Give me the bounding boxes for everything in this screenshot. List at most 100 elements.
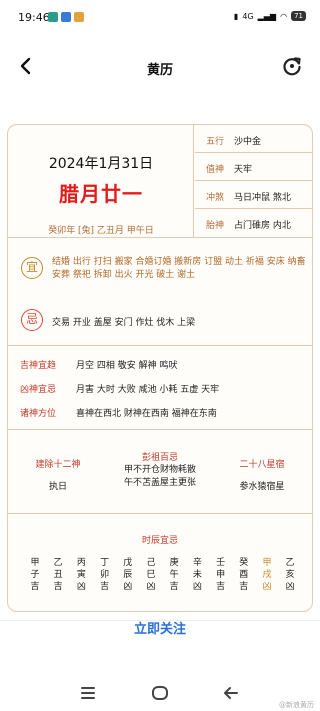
- hour-stem: 辛: [192, 558, 202, 568]
- nav-back-icon[interactable]: [223, 686, 239, 700]
- info-value: 沙中金: [234, 137, 262, 147]
- hour-branch: 卯: [100, 570, 110, 580]
- hour-branch: 辰: [123, 570, 133, 580]
- hour-luck: 凶: [146, 582, 156, 592]
- hour-stem: 甲: [262, 558, 272, 568]
- hour-luck: 凶: [285, 582, 295, 592]
- app-header: 黄历: [0, 46, 320, 88]
- ji-items: 交易 开业 盖屋 安门 作灶 伐木 上梁: [52, 318, 196, 328]
- hour-luck: 吉: [53, 582, 63, 592]
- status-bar: 19:46 ▮ 4G ▂▄▆ ◠ 71: [0, 0, 320, 36]
- info-row-chongsha: 冲煞 马日冲鼠 煞北: [195, 181, 312, 209]
- system-nav-bar: @新浪黄历: [0, 676, 320, 711]
- hour-branch: 申: [216, 570, 226, 580]
- home-icon[interactable]: [152, 686, 168, 700]
- divider: [8, 513, 312, 514]
- hour-luck: 吉: [100, 582, 110, 592]
- app-notification-icon: [48, 12, 58, 22]
- pengzu-line: 甲不开仓财物耗散: [123, 465, 196, 475]
- divider: [8, 345, 312, 346]
- info-value: 占门碓房 内北: [234, 221, 291, 231]
- hour-branch: 子: [30, 570, 40, 580]
- god-value: 喜神在西北 财神在西南 福神在东南: [76, 409, 217, 419]
- hour-column: 戊辰凶: [121, 557, 135, 593]
- hour-luck: 吉: [216, 582, 226, 592]
- info-label: 冲煞: [206, 193, 225, 203]
- info-value: 天牢: [234, 165, 253, 175]
- hour-luck: 凶: [262, 582, 272, 592]
- hour-luck: 凶: [123, 582, 133, 592]
- hour-stem: 丁: [100, 558, 110, 568]
- info-row-zhishen: 值神 天牢: [195, 153, 312, 181]
- divider: [8, 237, 312, 238]
- info-label: 五行: [206, 137, 225, 147]
- hours-title: 时辰宜忌: [141, 536, 178, 546]
- xiu-value: 参水猿宿星: [239, 482, 285, 492]
- god-label: 吉神宜趋: [20, 361, 57, 371]
- signal-icon: ▂▄▆: [257, 11, 277, 21]
- refresh-icon[interactable]: [280, 54, 304, 78]
- hour-column: 癸酉吉: [237, 557, 251, 593]
- app-notification-icon: [61, 12, 71, 22]
- info-label: 胎神: [206, 221, 225, 231]
- hour-stem: 己: [146, 558, 156, 568]
- ji-badge: 忌: [21, 309, 43, 331]
- hour-stem: 乙: [285, 558, 295, 568]
- follow-button[interactable]: 立即关注: [0, 610, 320, 645]
- pengzu-line: 午不苫盖屋主更张: [123, 478, 196, 488]
- hour-stem: 乙: [53, 558, 63, 568]
- god-value: 月空 四相 敬安 解神 鸣吠: [76, 361, 178, 371]
- watermark: @新浪黄历: [279, 701, 314, 709]
- app-notification-icon: [74, 12, 84, 22]
- god-label: 凶神宜忌: [20, 385, 57, 395]
- lunar-date: 腊月廿一: [59, 182, 143, 206]
- hour-luck: 吉: [239, 582, 249, 592]
- status-right: ▮ 4G ▂▄▆ ◠ 71: [234, 11, 306, 21]
- hour-stem: 庚: [169, 558, 179, 568]
- hour-branch: 酉: [239, 570, 249, 580]
- god-row-directions: 诸神方位 喜神在西北 财神在西南 福神在东南: [8, 399, 312, 423]
- page-title: 黄历: [146, 63, 173, 78]
- god-value: 月害 大时 大败 咸池 小耗 五虚 天牢: [76, 385, 220, 395]
- hour-branch: 亥: [285, 570, 295, 580]
- info-row-taishen: 胎神 占门碓房 内北: [195, 209, 312, 237]
- yi-items: 结婚 出行 打扫 搬家 合婚订婚 搬新房 订盟 动土 祈福 安床 纳畜 安葬 祭…: [52, 257, 306, 280]
- xiu-title: 二十八星宿: [239, 460, 285, 470]
- hour-column: 壬申吉: [214, 557, 228, 593]
- hour-luck: 吉: [30, 582, 40, 592]
- hour-luck: 凶: [192, 582, 202, 592]
- almanac-card: 2024年1月31日 腊月廿一 癸卯年 [兔] 乙丑月 甲午日 五行 沙中金 值…: [7, 124, 313, 612]
- status-time: 19:46: [18, 11, 50, 24]
- info-value: 马日冲鼠 煞北: [234, 193, 291, 203]
- date-panel: 2024年1月31日 腊月廿一 癸卯年 [兔] 乙丑月 甲午日: [8, 125, 194, 237]
- yi-badge: 宜: [21, 257, 43, 279]
- wifi-icon: ◠: [280, 11, 288, 21]
- hour-branch: 寅: [76, 570, 86, 580]
- ganzhi-text: 癸卯年 [兔] 乙丑月 甲午日: [48, 226, 154, 236]
- hour-column: 丙寅凶: [74, 557, 88, 593]
- god-row-inauspicious: 凶神宜忌 月害 大时 大败 咸池 小耗 五虚 天牢: [8, 375, 312, 399]
- jianchu-value: 执日: [48, 482, 67, 492]
- hour-stem: 癸: [239, 558, 249, 568]
- vibrate-icon: ▮: [233, 11, 239, 21]
- solar-date: 2024年1月31日: [48, 156, 154, 172]
- hour-stem: 戊: [123, 558, 133, 568]
- hour-column: 甲子吉: [28, 557, 42, 593]
- hour-branch: 戌: [262, 570, 272, 580]
- hour-column: 辛未凶: [190, 557, 204, 593]
- hour-column: 甲戌凶: [260, 557, 274, 593]
- battery-icon: 71: [291, 11, 306, 21]
- hour-luck: 吉: [169, 582, 179, 592]
- hour-column: 己巳凶: [144, 557, 158, 593]
- hour-column: 乙丑吉: [51, 557, 65, 593]
- menu-icon[interactable]: [81, 687, 95, 699]
- info-row-wuxing: 五行 沙中金: [195, 125, 312, 153]
- god-row-auspicious: 吉神宜趋 月空 四相 敬安 解神 鸣吠: [8, 351, 312, 375]
- hour-branch: 午: [169, 570, 179, 580]
- god-label: 诸神方位: [20, 409, 57, 419]
- hour-branch: 丑: [53, 570, 63, 580]
- hour-stem: 甲: [30, 558, 40, 568]
- hour-branch: 未: [192, 570, 202, 580]
- network-label: 4G: [242, 11, 254, 21]
- hour-column: 乙亥凶: [283, 557, 297, 593]
